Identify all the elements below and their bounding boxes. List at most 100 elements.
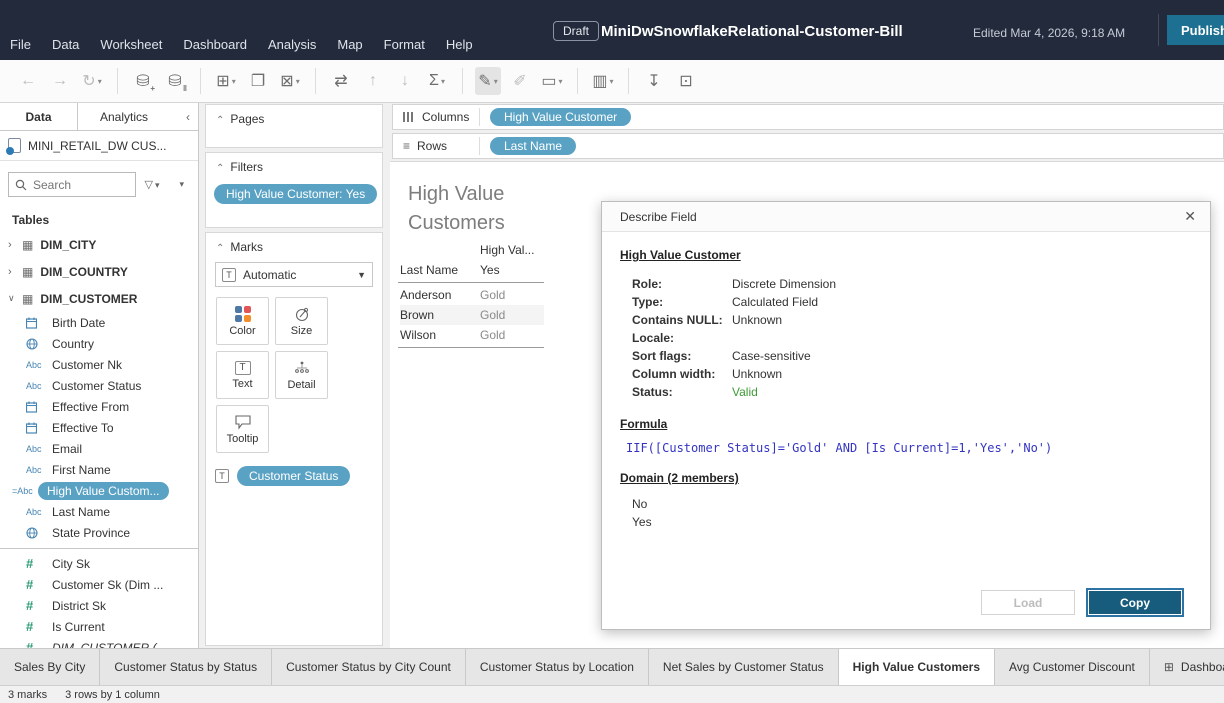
table-row-dim-country[interactable]: › ▦ DIM_COUNTRY <box>0 258 198 285</box>
row-header[interactable]: Last Name <box>400 263 480 277</box>
field-row-high-value-customer[interactable]: =Abc High Value Custom... <box>0 480 198 501</box>
tab-dashboard-bill[interactable]: ⊞ Dashboard - Bill <box>1150 649 1224 685</box>
table-row-dim-customer[interactable]: ∨ ▦ DIM_CUSTOMER <box>0 285 198 312</box>
filter-funnel-icon[interactable]: ▽▾ <box>144 178 165 191</box>
columns-pill-high-value-customer[interactable]: High Value Customer <box>490 108 631 126</box>
swap-axes-icon[interactable]: ⇄ <box>328 67 354 95</box>
worksheet-title-line1: High Value <box>408 180 505 209</box>
collapse-pane-icon[interactable]: ‹ <box>178 103 198 130</box>
presentation-mode-icon[interactable]: ⊡ <box>673 67 699 95</box>
table-row[interactable]: Brown Gold <box>400 305 544 325</box>
highlight-icon[interactable]: ✎▾ <box>475 67 501 95</box>
clear-sheet-icon[interactable]: ⊠▾ <box>277 67 303 95</box>
tab-customer-status-by-location[interactable]: Customer Status by Location <box>466 649 649 685</box>
field-row-country[interactable]: Country <box>0 333 198 354</box>
cell-value: Gold <box>480 328 544 342</box>
menu-worksheet[interactable]: Worksheet <box>100 37 162 52</box>
menu-help[interactable]: Help <box>446 37 473 52</box>
show-labels-icon[interactable]: ▥▾ <box>590 67 616 95</box>
sort-ascending-icon[interactable]: ↑ <box>360 67 386 95</box>
chevron-down-icon[interactable]: ∨ <box>8 293 20 304</box>
collapse-card-icon[interactable]: ⌃ <box>216 243 224 254</box>
field-row-customer-nk[interactable]: Abc Customer Nk <box>0 354 198 375</box>
table-row[interactable]: Anderson Gold <box>400 285 544 305</box>
detail-button[interactable]: Detail <box>275 351 328 399</box>
column-value-header[interactable]: Yes <box>480 263 544 277</box>
tab-customer-status-by-city-count[interactable]: Customer Status by City Count <box>272 649 466 685</box>
customer-status-pill[interactable]: Customer Status <box>237 466 350 486</box>
field-row-district-sk[interactable]: # District Sk <box>0 595 198 616</box>
row-label: Anderson <box>400 288 480 302</box>
field-row-is-current[interactable]: # Is Current <box>0 616 198 637</box>
fix-axes-icon[interactable]: ▭▾ <box>539 67 565 95</box>
search-input[interactable] <box>33 178 103 192</box>
field-row-effective-to[interactable]: Effective To <box>0 417 198 438</box>
close-icon[interactable]: ✕ <box>1184 208 1196 225</box>
search-box[interactable] <box>8 172 136 197</box>
field-row-city-sk[interactable]: # City Sk <box>0 553 198 574</box>
undo-icon[interactable]: ← <box>15 67 41 95</box>
tab-net-sales-by-customer-status[interactable]: Net Sales by Customer Status <box>649 649 839 685</box>
tab-sales-by-city[interactable]: Sales By City <box>0 649 100 685</box>
tab-customer-status-by-status[interactable]: Customer Status by Status <box>100 649 272 685</box>
load-button[interactable]: Load <box>981 590 1075 615</box>
totals-icon[interactable]: Σ▾ <box>424 67 450 95</box>
replay-icon[interactable]: ↻▾ <box>79 67 105 95</box>
filters-card[interactable]: ⌃Filters High Value Customer: Yes <box>205 152 383 228</box>
menu-file[interactable]: File <box>10 37 31 52</box>
menu-data[interactable]: Data <box>52 37 79 52</box>
pause-updates-icon[interactable]: ⛁‖ <box>162 67 188 95</box>
refresh-datasource-icon[interactable]: ⛁+ <box>130 67 156 95</box>
new-worksheet-icon[interactable]: ⊞▾ <box>213 67 239 95</box>
filter-pill[interactable]: High Value Customer: Yes <box>214 184 377 204</box>
column-header[interactable]: High Val... <box>480 243 544 257</box>
table-row-dim-city[interactable]: › ▦ DIM_CITY <box>0 231 198 258</box>
tab-avg-customer-discount[interactable]: Avg Customer Discount <box>995 649 1150 685</box>
field-row-customer-sk[interactable]: # Customer Sk (Dim ... <box>0 574 198 595</box>
tab-data[interactable]: Data <box>0 103 78 130</box>
menu-analysis[interactable]: Analysis <box>268 37 316 52</box>
datasource-row[interactable]: MINI_RETAIL_DW CUS... <box>0 131 198 161</box>
color-button[interactable]: Color <box>216 297 269 345</box>
field-row-birth-date[interactable]: Birth Date <box>0 312 198 333</box>
sort-descending-icon[interactable]: ↓ <box>392 67 418 95</box>
columns-shelf[interactable]: Columns High Value Customer <box>392 104 1224 130</box>
duplicate-sheet-icon[interactable]: ❐ <box>245 67 271 95</box>
text-button[interactable]: T Text <box>216 351 269 399</box>
size-button[interactable]: Size <box>275 297 328 345</box>
field-row-last-name[interactable]: Abc Last Name <box>0 501 198 522</box>
marks-card[interactable]: ⌃Marks T Automatic ▼ Color Size T Text <box>205 232 383 646</box>
field-row-customer-status[interactable]: Abc Customer Status <box>0 375 198 396</box>
download-icon[interactable]: ↧ <box>641 67 667 95</box>
menu-dashboard[interactable]: Dashboard <box>183 37 247 52</box>
collapse-card-icon[interactable]: ⌃ <box>216 115 224 126</box>
chevron-right-icon[interactable]: › <box>8 239 20 251</box>
pages-card[interactable]: ⌃Pages <box>205 104 383 148</box>
prop-value: Calculated Field <box>732 293 818 311</box>
field-row-email[interactable]: Abc Email <box>0 438 198 459</box>
columns-icon <box>403 112 415 122</box>
chevron-right-icon[interactable]: › <box>8 266 20 278</box>
redo-icon[interactable]: → <box>47 67 73 95</box>
mark-type-dropdown[interactable]: T Automatic ▼ <box>215 262 373 287</box>
copy-button[interactable]: Copy <box>1088 590 1182 615</box>
annotate-icon[interactable]: ✐ <box>507 67 533 95</box>
rows-pill-last-name[interactable]: Last Name <box>490 137 576 155</box>
tab-high-value-customers[interactable]: High Value Customers <box>839 649 995 685</box>
tooltip-button[interactable]: Tooltip <box>216 405 269 453</box>
field-row-state-province[interactable]: State Province <box>0 522 198 543</box>
pane-menu-icon[interactable]: ▾ <box>179 179 184 190</box>
rows-shelf[interactable]: ≡Rows Last Name <box>392 133 1224 159</box>
tab-analytics[interactable]: Analytics <box>78 103 170 130</box>
field-row-first-name[interactable]: Abc First Name <box>0 459 198 480</box>
replay-glyph: ↻ <box>82 71 95 91</box>
menu-map[interactable]: Map <box>337 37 362 52</box>
collapse-card-icon[interactable]: ⌃ <box>216 163 224 174</box>
selected-field-pill[interactable]: High Value Custom... <box>38 482 169 500</box>
field-row-dim-customer-count[interactable]: # DIM_CUSTOMER (... <box>0 637 198 648</box>
menu-format[interactable]: Format <box>384 37 425 52</box>
publish-button[interactable]: Publish <box>1167 15 1224 45</box>
formula-text: IIF([Customer Status]='Gold' AND [Is Cur… <box>626 441 1192 455</box>
field-row-effective-from[interactable]: Effective From <box>0 396 198 417</box>
table-row[interactable]: Wilson Gold <box>400 325 544 345</box>
